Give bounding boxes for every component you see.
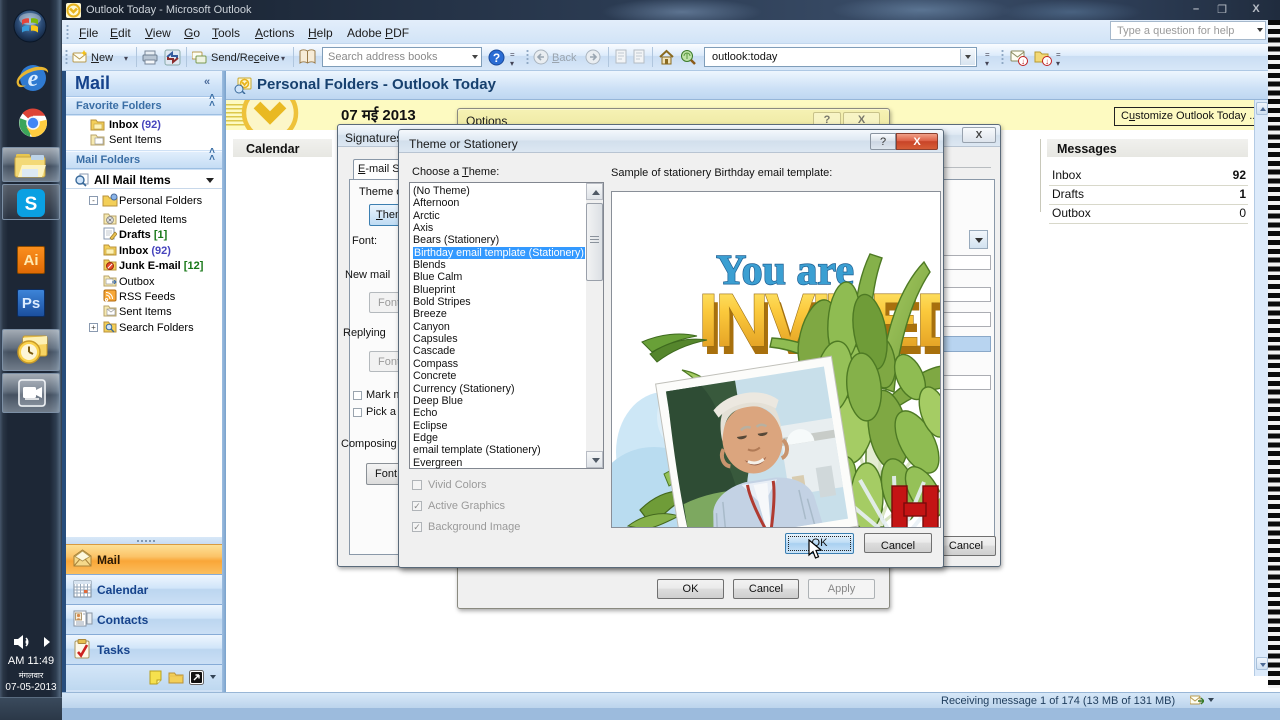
svg-text:↓: ↓ bbox=[1021, 57, 1025, 66]
svg-text:S: S bbox=[25, 194, 38, 215]
svg-text:↓: ↓ bbox=[1045, 57, 1049, 66]
svg-text:?: ? bbox=[493, 51, 500, 65]
